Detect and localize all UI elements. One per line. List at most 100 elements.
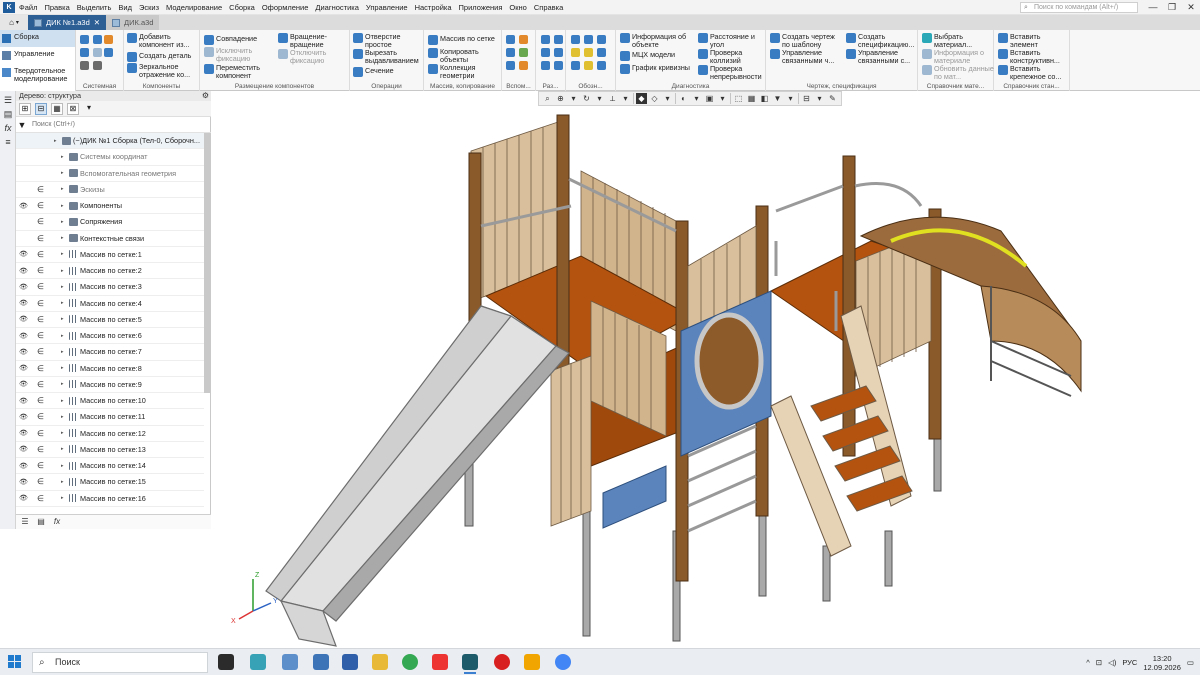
expand-icon[interactable]: ▸ [61,414,67,420]
include-icon[interactable]: ∈ [36,494,45,503]
include-icon[interactable]: ∈ [36,461,45,470]
tree-node[interactable]: 👁 ∈ ▸ Массив по сетке:16 [16,491,204,507]
orientation-icon[interactable]: ⟂ [607,93,618,104]
mass-properties-button[interactable]: МЦХ модели [620,51,696,61]
include-icon[interactable]: ∈ [36,364,45,373]
tree-node[interactable]: 👁 ∈ ▸ Массив по сетке:8 [16,361,204,377]
visibility-icon[interactable]: 👁 [19,348,28,356]
tree-node[interactable]: 👁 ∈ ▸ Массив по сетке:7 [16,344,204,361]
include-icon[interactable]: ∈ [36,282,45,291]
language-indicator[interactable]: РУС [1122,658,1137,667]
insert-fastener-button[interactable]: Вставить крепежное со... [998,65,1070,80]
visibility-icon[interactable]: 👁 [19,478,28,486]
app-logo[interactable]: K [3,1,15,13]
grid-pattern-button[interactable]: Массив по сетке [428,35,502,45]
tree-node[interactable]: 👁 ∈ ▸ Массив по сетке:1 [16,247,204,263]
structure-view-icon[interactable]: ⊞ [19,102,31,115]
exclude-fix-button[interactable]: Исключить фиксацию [204,47,274,62]
menu-item[interactable]: Файл [19,3,37,12]
menu-item[interactable]: Моделирование [166,3,222,12]
measure-icon[interactable]: ⊟ [801,93,812,104]
tree-view-icon[interactable]: ☰ [3,95,13,105]
axis-icon[interactable] [519,35,528,44]
roughness-icon[interactable] [584,35,593,44]
table-icon[interactable] [597,61,606,70]
tree-node[interactable]: 👁 ∈ ▸ Массив по сетке:14 [16,458,204,475]
shaded-display-icon[interactable]: ◆ [636,93,647,104]
mode-assembly[interactable]: Сборка [0,30,75,47]
linked-spec-button[interactable]: Управление связанными с... [846,49,918,64]
csys-icon[interactable] [519,48,528,57]
expand-icon[interactable]: ▸ [61,284,67,290]
include-icon[interactable]: ∈ [36,201,45,210]
winamp-icon[interactable] [524,654,540,670]
properties-icon[interactable] [104,35,113,44]
radius-dim-icon[interactable] [541,48,550,57]
create-drawing-button[interactable]: Создать чертеж по шаблону [770,33,844,48]
visibility-icon[interactable]: 👁 [19,397,28,405]
visibility-icon[interactable]: 👁 [19,299,28,307]
tree-root-node[interactable]: ▸ (−)ДИК №1 Сборка (Тел-0, Сборочн... [16,133,204,150]
visibility-icon[interactable]: 👁 [19,283,28,291]
simple-hole-button[interactable]: Отверстие простое [353,33,423,48]
chevron-down-icon[interactable]: ▾ [620,93,631,104]
chevron-down-icon[interactable]: ▾ [568,93,579,104]
tree-node[interactable]: 👁 ∈ ▸ Компоненты [16,198,204,215]
clock[interactable]: 13:20 12.09.2026 [1143,654,1181,672]
display-settings-icon[interactable]: ▦ [746,93,757,104]
properties-tab-icon[interactable]: ▤ [36,517,46,527]
expand-icon[interactable]: ▸ [61,446,67,452]
store-icon[interactable] [250,654,266,670]
open-file-icon[interactable] [93,35,102,44]
chevron-up-icon[interactable]: ^ [1086,658,1090,667]
angle-dim-icon[interactable] [554,35,563,44]
files-icon[interactable] [282,654,298,670]
tree-node[interactable]: 👁 ∈ ▸ Массив по сетке:6 [16,328,204,345]
chevron-down-icon[interactable]: ▾ [814,93,825,104]
update-material-button[interactable]: Обновить данные по мат... [922,65,994,80]
visibility-icon[interactable]: 👁 [19,445,28,453]
mirror-component-button[interactable]: Зеркальное отражение ко... [127,63,199,78]
rebuild-icon[interactable] [104,48,113,57]
taskbar-search[interactable]: ⌕ Поиск [32,652,208,673]
zoom-icon[interactable]: ⊕ [555,93,566,104]
tree-node[interactable]: ∈ ▸ Контекстные связи [16,231,204,247]
expand-icon[interactable]: ▸ [61,430,67,436]
base-icon[interactable] [597,35,606,44]
weld-icon[interactable] [584,48,593,57]
menu-item[interactable]: Оформление [262,3,309,12]
new-file-icon[interactable] [80,35,89,44]
continuity-check-button[interactable]: Проверка непрерывности [698,65,766,80]
wireframe-display-icon[interactable]: ◇ [649,93,660,104]
tree-node[interactable]: 👁 ∈ ▸ Массив по сетке:15 [16,474,204,491]
close-button[interactable]: ✕ [1181,0,1200,15]
coincidence-button[interactable]: Совпадение [204,35,274,45]
include-icon[interactable]: ∈ [36,347,45,356]
collision-check-button[interactable]: Проверка коллизий [698,49,766,64]
yandex-icon[interactable] [432,654,448,670]
distance-angle-button[interactable]: Расстояние и угол [698,33,766,48]
linked-drawings-button[interactable]: Управление связанными ч... [770,49,844,64]
tab-dik[interactable]: ДИК.a3d [106,15,160,30]
undo-icon[interactable] [80,61,89,70]
tree-tab-icon[interactable]: ☰ [20,517,30,527]
notifications-icon[interactable]: ▭ [1187,658,1194,667]
visibility-icon[interactable]: 👁 [19,494,28,502]
include-icon[interactable]: ∈ [36,380,45,389]
expand-icon[interactable]: ▸ [61,235,67,241]
plane-icon[interactable] [506,35,515,44]
variables-icon[interactable]: fx [3,123,13,133]
copy-objects-button[interactable]: Копировать объекты [428,48,502,63]
tree-node[interactable]: ∈ ▸ Сопряжения [16,214,204,231]
include-icon[interactable]: ∈ [36,331,45,340]
chevron-down-icon[interactable]: ▾ [662,93,673,104]
linear-dim-icon[interactable] [541,35,550,44]
visibility-icon[interactable]: 👁 [19,462,28,470]
expand-icon[interactable]: ▸ [61,316,67,322]
material-info-button[interactable]: Информация о материале [922,49,994,64]
mark-icon[interactable] [571,61,580,70]
tree-node[interactable]: 👁 ∈ ▸ Массив по сетке:4 [16,296,204,312]
menu-item[interactable]: Вид [118,3,132,12]
variables-tab-icon[interactable]: fx [52,517,62,527]
chevron-down-icon[interactable]: ▾ [83,103,95,115]
